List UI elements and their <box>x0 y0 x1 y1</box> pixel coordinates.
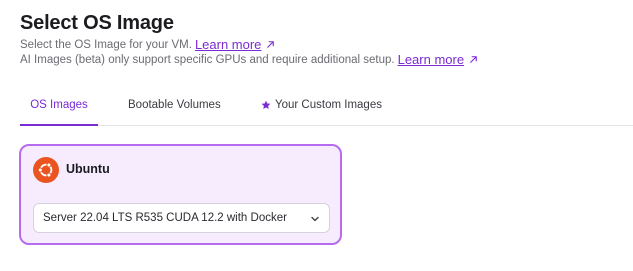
ai-learn-more-link[interactable]: Learn more <box>398 52 464 67</box>
external-arrow-icon <box>267 41 275 48</box>
os-name: Ubuntu <box>66 162 110 176</box>
image-tabs: OS Images Bootable Volumes Your Custom I… <box>20 84 633 126</box>
tab-bootable-volumes[interactable]: Bootable Volumes <box>128 84 221 125</box>
description-text: Select the OS Image for your VM. <box>20 38 192 51</box>
chevron-down-icon <box>311 216 319 222</box>
learn-more-link[interactable]: Learn more <box>195 37 261 52</box>
tab-os-images[interactable]: OS Images <box>20 84 98 126</box>
os-version-select[interactable]: Server 22.04 LTS R535 CUDA 12.2 with Doc… <box>33 203 330 233</box>
tab-custom-images[interactable]: Your Custom Images <box>261 84 382 125</box>
star-icon <box>261 100 271 109</box>
ai-note: AI Images (beta) only support specific G… <box>20 52 479 67</box>
os-card-ubuntu[interactable]: Ubuntu Server 22.04 LTS R535 CUDA 12.2 w… <box>19 144 342 245</box>
external-arrow-icon <box>470 56 477 63</box>
ubuntu-logo-icon <box>33 157 59 183</box>
ai-note-text: AI Images (beta) only support specific G… <box>20 53 395 66</box>
description: Select the OS Image for your VM. Learn m… <box>20 37 276 52</box>
page-title: Select OS Image <box>20 12 174 34</box>
tab-label: Your Custom Images <box>275 98 382 111</box>
active-tab-indicator <box>20 124 98 126</box>
os-version-value: Server 22.04 LTS R535 CUDA 12.2 with Doc… <box>43 212 287 224</box>
tab-label: OS Images <box>30 98 88 111</box>
tab-label: Bootable Volumes <box>128 98 221 111</box>
